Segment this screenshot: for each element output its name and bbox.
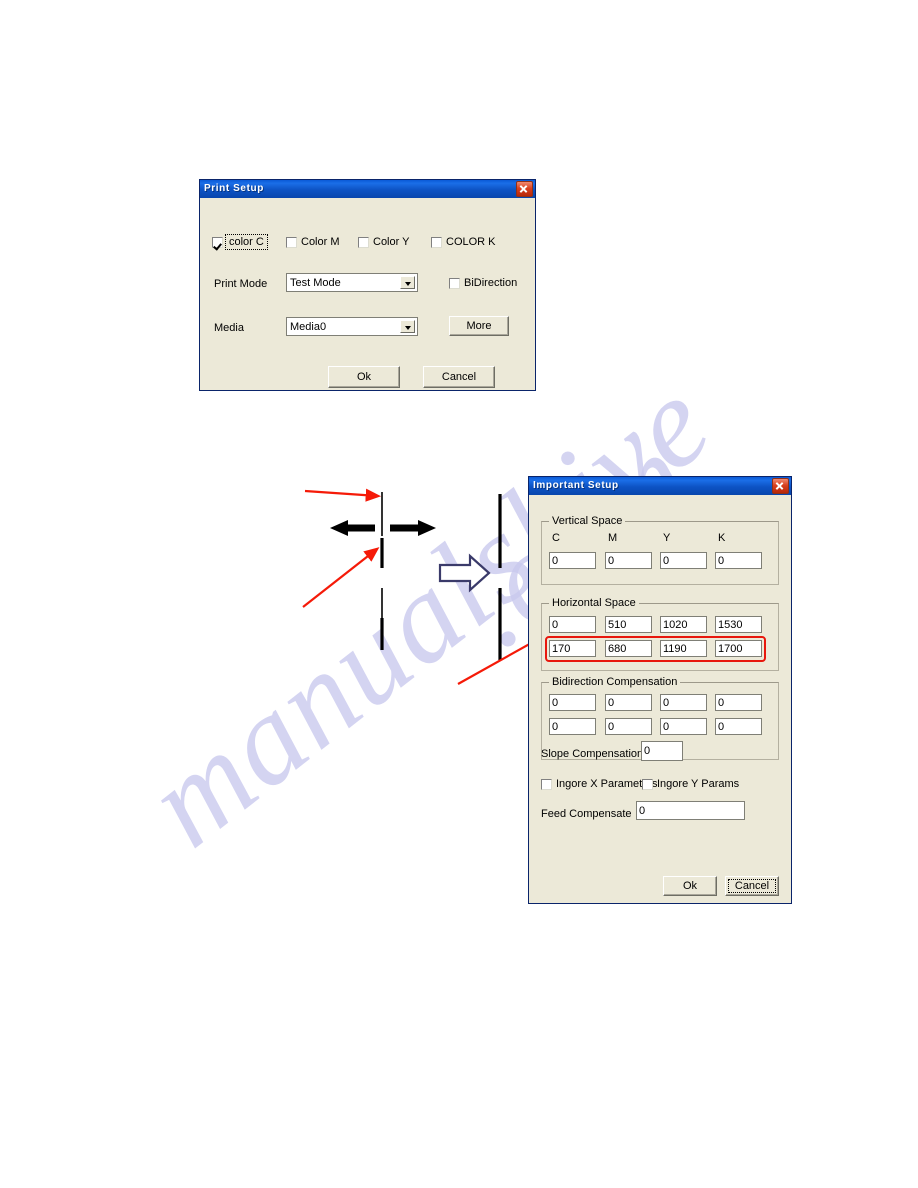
bidirection-row2-input-1[interactable]: 0 — [549, 718, 596, 735]
checkbox-bidirection-label: BiDirection — [464, 277, 518, 289]
feed-compensate-input[interactable]: 0 — [636, 801, 745, 820]
important-setup-title: Important Setup — [533, 480, 619, 491]
print-mode-combo[interactable]: Test Mode — [286, 273, 418, 292]
print-setup-title: Print Setup — [204, 183, 264, 194]
print-setup-body: color C Color M Color Y COLOR K Print Mo… — [200, 198, 535, 390]
close-icon[interactable] — [516, 181, 533, 197]
vertical-space-title: Vertical Space — [549, 515, 626, 527]
checkbox-color-k-label: COLOR K — [446, 236, 496, 248]
important-setup-titlebar: Important Setup — [529, 477, 791, 495]
checkbox-color-k[interactable]: COLOR K — [431, 236, 496, 248]
horizontal-space-row1-input-2[interactable]: 510 — [605, 616, 652, 633]
checkbox-ingore-y-params[interactable]: Ingore Y Params — [642, 778, 739, 790]
vertical-space-header-y: Y — [663, 532, 671, 544]
bidirection-row1-input-1[interactable]: 0 — [549, 694, 596, 711]
checkbox-color-c-label: color C — [225, 234, 268, 250]
horizontal-space-row2-input-4[interactable]: 1700 — [715, 640, 762, 657]
print-mode-label: Print Mode — [214, 278, 268, 290]
chevron-down-icon[interactable] — [400, 320, 415, 333]
feed-compensate-label: Feed Compensate — [541, 808, 632, 820]
chevron-down-icon[interactable] — [400, 276, 415, 289]
horizontal-space-row1-input-1[interactable]: 0 — [549, 616, 596, 633]
ok-button[interactable]: Ok — [328, 366, 400, 388]
cancel-button[interactable]: Cancel — [423, 366, 495, 388]
checkbox-color-m[interactable]: Color M — [286, 236, 340, 248]
media-value: Media0 — [290, 320, 327, 333]
checkbox-ingore-y-label: Ingore Y Params — [657, 778, 740, 790]
ok-button[interactable]: Ok — [663, 876, 717, 896]
checkbox-box-icon — [431, 236, 442, 248]
vertical-space-input-k[interactable]: 0 — [715, 552, 762, 569]
bidirection-row2-input-3[interactable]: 0 — [660, 718, 707, 735]
horizontal-space-row2-input-1[interactable]: 170 — [549, 640, 596, 657]
diagram-red-arrow-top — [304, 488, 382, 502]
horizontal-space-group: Horizontal Space — [541, 597, 779, 671]
vertical-space-input-m[interactable]: 0 — [605, 552, 652, 569]
cancel-button[interactable]: Cancel — [725, 876, 779, 896]
diagram-arrow-right-black — [390, 520, 436, 536]
bidirection-row1-input-2[interactable]: 0 — [605, 694, 652, 711]
horizontal-space-row2-input-3[interactable]: 1190 — [660, 640, 707, 657]
checkbox-box-icon — [286, 236, 297, 248]
checkbox-color-y[interactable]: Color Y — [358, 236, 409, 248]
checkbox-color-y-label: Color Y — [373, 236, 410, 248]
checkbox-box-icon — [212, 236, 223, 248]
bidirection-row2-input-4[interactable]: 0 — [715, 718, 762, 735]
vertical-space-input-c[interactable]: 0 — [549, 552, 596, 569]
horizontal-space-row1-input-4[interactable]: 1530 — [715, 616, 762, 633]
more-button[interactable]: More — [449, 316, 509, 336]
bidirection-row1-input-3[interactable]: 0 — [660, 694, 707, 711]
vertical-space-header-c: C — [552, 532, 560, 544]
diagram-red-arrow-middle — [302, 547, 380, 608]
print-setup-dialog[interactable]: Print Setup color C Color M Color Y COLO… — [199, 179, 536, 391]
print-mode-value: Test Mode — [290, 276, 341, 289]
checkbox-color-m-label: Color M — [301, 236, 340, 248]
checkbox-box-icon — [642, 778, 653, 790]
diagram-arrow-left-black — [330, 520, 375, 536]
media-label: Media — [214, 322, 244, 334]
diagram-block-arrow — [438, 553, 491, 593]
media-combo[interactable]: Media0 — [286, 317, 418, 336]
vertical-space-input-y[interactable]: 0 — [660, 552, 707, 569]
slope-compensation-label: Slope Compensation — [541, 748, 644, 760]
checkbox-ingore-x-parameters[interactable]: Ingore X Parameters — [541, 778, 658, 790]
bidirection-compensation-title: Bidirection Compensation — [549, 676, 681, 688]
print-setup-titlebar: Print Setup — [200, 180, 535, 198]
vertical-space-header-m: M — [608, 532, 618, 544]
bidirection-row2-input-2[interactable]: 0 — [605, 718, 652, 735]
checkbox-box-icon — [449, 277, 460, 289]
horizontal-space-row1-input-3[interactable]: 1020 — [660, 616, 707, 633]
checkbox-box-icon — [358, 236, 369, 248]
bidirection-row1-input-4[interactable]: 0 — [715, 694, 762, 711]
checkbox-color-c[interactable]: color C — [212, 234, 268, 250]
close-icon[interactable] — [772, 478, 789, 494]
checkbox-box-icon — [541, 778, 552, 790]
slope-compensation-input[interactable]: 0 — [641, 741, 683, 761]
checkbox-bidirection[interactable]: BiDirection — [449, 277, 517, 289]
horizontal-space-row2-input-2[interactable]: 680 — [605, 640, 652, 657]
horizontal-space-title: Horizontal Space — [549, 597, 639, 609]
important-setup-body: Vertical Space C M Y K 0 0 0 0 Horizonta… — [529, 495, 791, 903]
vertical-space-header-k: K — [718, 532, 726, 544]
important-setup-dialog[interactable]: Important Setup Vertical Space C M Y K 0… — [528, 476, 792, 904]
